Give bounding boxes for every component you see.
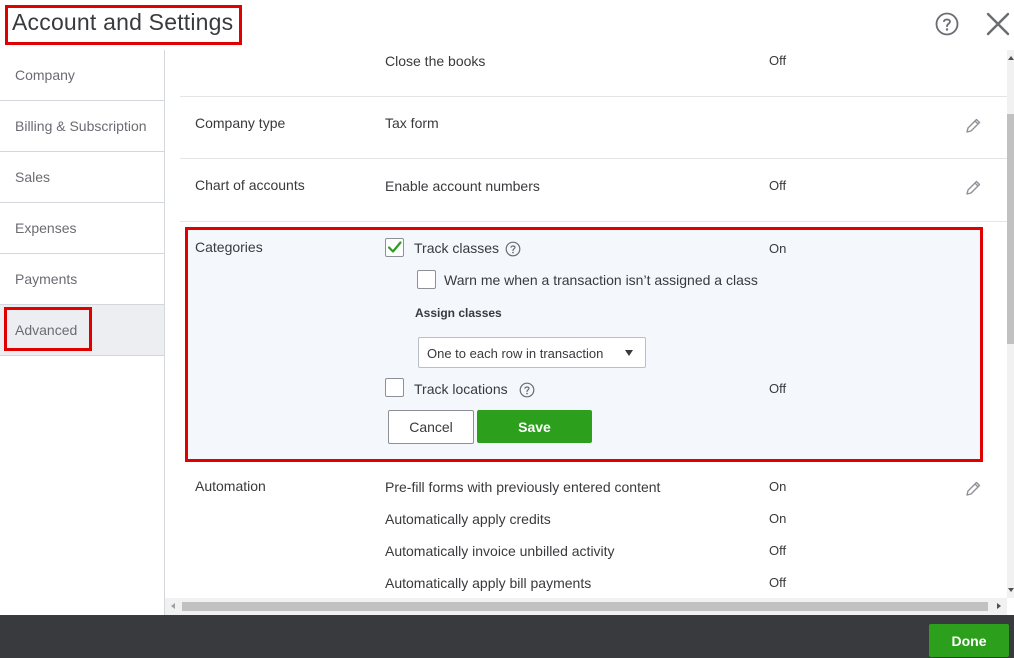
question-circle-icon[interactable]	[505, 241, 521, 257]
categories-edit-panel: Categories Track classes On Warn me when…	[185, 227, 983, 462]
vertical-scrollbar[interactable]	[1007, 50, 1014, 598]
automation-section[interactable]: Automation Pre-fill forms with previousl…	[180, 462, 1007, 598]
apply-bill-payments-label: Automatically apply bill payments	[385, 575, 592, 591]
settings-content: Close the books Off Company type Tax for…	[165, 50, 1007, 598]
done-button[interactable]: Done	[929, 624, 1009, 657]
invoice-unbilled-label: Automatically invoice unbilled activity	[385, 543, 615, 559]
apply-credits-label: Automatically apply credits	[385, 511, 551, 527]
enable-account-numbers-label: Enable account numbers	[385, 178, 540, 194]
dialog-footer: Done	[0, 615, 1014, 658]
pencil-edit-icon[interactable]	[964, 179, 982, 197]
sidebar-item-label: Expenses	[15, 220, 77, 236]
chart-of-accounts-section[interactable]: Chart of accounts Enable account numbers…	[180, 159, 1007, 222]
scroll-left-arrow-icon[interactable]	[171, 603, 175, 609]
question-circle-icon[interactable]	[519, 382, 535, 398]
prefill-forms-label: Pre-fill forms with previously entered c…	[385, 479, 661, 495]
section-label: Automation	[195, 478, 266, 494]
track-locations-status: Off	[769, 381, 787, 396]
prefill-forms-status: On	[769, 479, 787, 494]
close-books-label: Close the books	[385, 53, 486, 69]
sidebar-item-billing[interactable]: Billing & Subscription	[0, 101, 164, 152]
warn-unassigned-class-label: Warn me when a transaction isn’t assigne…	[444, 272, 758, 288]
sidebar-item-expenses[interactable]: Expenses	[0, 203, 164, 254]
accounting-section: Close the books Off	[180, 50, 1007, 97]
tax-form-label: Tax form	[385, 115, 439, 131]
apply-credits-status: On	[769, 511, 787, 526]
settings-sidebar: Company Billing & Subscription Sales Exp…	[0, 50, 165, 615]
page-title: Account and Settings	[12, 9, 234, 35]
assign-classes-label: Assign classes	[415, 306, 502, 320]
close-x-icon[interactable]	[985, 11, 1011, 37]
warn-unassigned-class-checkbox[interactable]	[417, 270, 436, 289]
scroll-right-arrow-icon[interactable]	[997, 603, 1001, 609]
invoice-unbilled-status: Off	[769, 543, 787, 558]
cancel-button[interactable]: Cancel	[388, 410, 474, 444]
sidebar-item-label: Payments	[15, 271, 78, 287]
sidebar-item-advanced[interactable]: Advanced	[0, 305, 164, 356]
track-classes-checkbox[interactable]	[385, 238, 404, 257]
checkmark-icon	[387, 241, 402, 253]
scroll-down-arrow-icon[interactable]	[1008, 588, 1014, 592]
assign-classes-value: One to each row in transaction	[427, 346, 604, 361]
dialog-header: Account and Settings	[0, 0, 1014, 50]
dropdown-caret-icon	[625, 350, 633, 356]
save-button[interactable]: Save	[477, 410, 592, 443]
scroll-up-arrow-icon[interactable]	[1008, 56, 1014, 60]
pencil-edit-icon[interactable]	[964, 480, 982, 498]
account-numbers-status: Off	[769, 178, 787, 193]
question-circle-icon[interactable]	[935, 12, 959, 36]
apply-bill-payments-status: Off	[769, 575, 787, 590]
sidebar-item-company[interactable]: Company	[0, 50, 164, 101]
pencil-edit-icon[interactable]	[964, 117, 982, 135]
scrollbar-thumb[interactable]	[182, 602, 988, 611]
horizontal-scrollbar[interactable]	[165, 598, 1007, 615]
scrollbar-thumb[interactable]	[1007, 114, 1014, 344]
sidebar-item-label: Sales	[15, 169, 51, 185]
track-locations-label: Track locations	[414, 381, 508, 397]
track-classes-label: Track classes	[414, 240, 500, 256]
track-classes-status: On	[769, 241, 787, 256]
sidebar-item-payments[interactable]: Payments	[0, 254, 164, 305]
track-locations-checkbox[interactable]	[385, 378, 404, 397]
section-label: Categories	[195, 239, 263, 255]
sidebar-item-sales[interactable]: Sales	[0, 152, 164, 203]
company-type-section[interactable]: Company type Tax form	[180, 97, 1007, 159]
section-label: Chart of accounts	[195, 177, 305, 193]
close-books-status: Off	[769, 53, 787, 68]
sidebar-item-label: Company	[15, 67, 75, 83]
section-label: Company type	[195, 115, 286, 131]
sidebar-item-label: Billing & Subscription	[15, 118, 147, 134]
sidebar-item-label: Advanced	[15, 322, 78, 338]
assign-classes-dropdown[interactable]: One to each row in transaction	[418, 337, 646, 368]
